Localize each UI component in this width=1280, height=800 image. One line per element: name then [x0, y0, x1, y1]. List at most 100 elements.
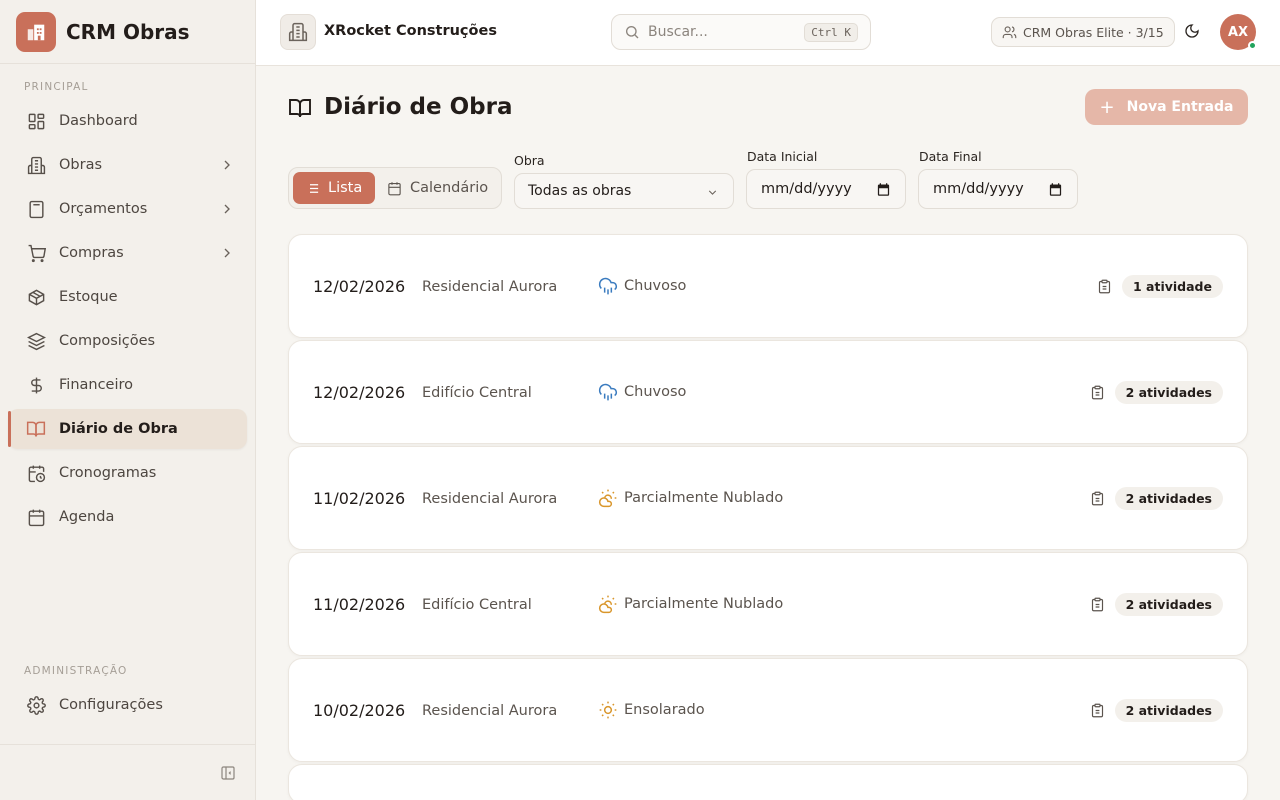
activities-badge: 2 atividades	[1114, 699, 1223, 722]
top-header: XRocket Construções Buscar... Ctrl K CRM…	[256, 0, 1280, 66]
rain-cloud-icon	[598, 276, 618, 296]
entry-site: Residencial Aurora	[422, 491, 558, 507]
sidebar-item-composicoes[interactable]: Composições	[8, 321, 247, 361]
plan-badge[interactable]: CRM Obras Elite · 3/15	[991, 17, 1175, 47]
date-start-input[interactable]: mm/dd/yyyy	[746, 169, 906, 209]
sidebar-item-financeiro[interactable]: Financeiro	[8, 365, 247, 405]
date-end-input[interactable]: mm/dd/yyyy	[918, 169, 1078, 209]
entry-site: Edifício Central	[422, 385, 532, 401]
list-icon	[305, 181, 320, 196]
entry-weather-label: Chuvoso	[624, 384, 687, 400]
cart-icon	[26, 243, 46, 263]
sidebar-item-cronogramas[interactable]: Cronogramas	[8, 453, 247, 493]
page-title: Diário de Obra	[324, 94, 513, 120]
entry-activities: 2 atividades	[1090, 487, 1223, 510]
sun-icon	[598, 700, 618, 720]
entry-date: 12/02/2026	[313, 383, 406, 402]
calendar-clock-icon	[26, 463, 46, 483]
chevron-right-icon	[219, 157, 235, 177]
sidebar-item-label: Estoque	[59, 289, 118, 305]
new-entry-button[interactable]: + Nova Entrada	[1085, 89, 1248, 125]
search-input[interactable]: Buscar... Ctrl K	[611, 14, 871, 50]
date-end-label: Data Final	[919, 149, 982, 164]
search-shortcut: Ctrl K	[804, 23, 858, 42]
avatar[interactable]: AX	[1220, 14, 1257, 50]
calendar-picker-icon[interactable]	[1048, 182, 1063, 201]
partly-cloudy-icon	[598, 594, 618, 614]
diary-entry-card[interactable]: 10/02/2026 Residencial Aurora Ensolarado…	[288, 658, 1248, 762]
building-icon	[26, 155, 46, 175]
sidebar-item-label: Dashboard	[59, 113, 138, 129]
obra-select[interactable]: Todas as obras	[514, 173, 734, 209]
view-list-label: Lista	[328, 180, 363, 196]
sidebar-item-dashboard[interactable]: Dashboard	[8, 101, 247, 141]
date-start-value: mm/dd/yyyy	[761, 181, 852, 197]
sidebar-item-agenda[interactable]: Agenda	[8, 497, 247, 537]
chevron-down-icon	[706, 186, 719, 203]
calendar-picker-icon[interactable]	[876, 182, 891, 201]
plan-label: CRM Obras Elite · 3/15	[1023, 24, 1164, 40]
sidebar: CRM Obras PRINCIPAL Dashboard Obras Orça…	[0, 0, 256, 800]
view-list-button[interactable]: Lista	[293, 172, 375, 204]
calendar-icon	[26, 507, 46, 527]
entry-date: 11/02/2026	[313, 595, 406, 614]
entry-date: 10/02/2026	[313, 701, 406, 720]
entry-weather: Ensolarado	[598, 700, 705, 720]
entry-site: Residencial Aurora	[422, 703, 558, 719]
rain-cloud-icon	[598, 382, 618, 402]
entry-site: Residencial Aurora	[422, 279, 558, 295]
sidebar-item-configuracoes[interactable]: Configurações	[8, 685, 247, 725]
calendar-icon	[387, 181, 402, 196]
admin-nav: Configurações	[8, 685, 247, 729]
online-status-dot	[1248, 41, 1257, 50]
plus-icon: +	[1099, 96, 1115, 118]
entry-weather-label: Parcialmente Nublado	[624, 596, 784, 612]
view-calendar-button[interactable]: Calendário	[385, 172, 497, 204]
dollar-icon	[26, 375, 46, 395]
entry-weather-label: Ensolarado	[624, 702, 705, 718]
company-name: XRocket Construções	[324, 23, 497, 39]
view-toggle: Lista Calendário	[288, 167, 502, 209]
sidebar-item-estoque[interactable]: Estoque	[8, 277, 247, 317]
diary-entry-card[interactable]: 12/02/2026 Residencial Aurora Chuvoso 1 …	[288, 234, 1248, 338]
clipboard-icon	[1090, 385, 1105, 400]
sidebar-item-diario-de-obra[interactable]: Diário de Obra	[8, 409, 247, 449]
moon-icon[interactable]	[1184, 23, 1200, 43]
brand: CRM Obras	[0, 0, 255, 64]
search-icon	[624, 24, 640, 40]
gear-icon	[26, 695, 46, 715]
entry-weather: Parcialmente Nublado	[598, 594, 783, 614]
entry-weather-label: Chuvoso	[624, 278, 687, 294]
sidebar-item-label: Diário de Obra	[59, 421, 178, 437]
diary-entry-card[interactable]: 11/02/2026 Residencial Aurora Parcialmen…	[288, 446, 1248, 550]
sidebar-item-label: Orçamentos	[59, 201, 148, 217]
sidebar-item-label: Cronogramas	[59, 465, 157, 481]
activities-badge: 2 atividades	[1114, 593, 1223, 616]
diary-entry-card[interactable]: 12/02/2026 Edifício Central Chuvoso 2 at…	[288, 340, 1248, 444]
activities-badge: 2 atividades	[1114, 487, 1223, 510]
diary-entry-card-partial[interactable]	[288, 764, 1248, 800]
sidebar-item-obras[interactable]: Obras	[8, 145, 247, 185]
sidebar-item-label: Composições	[59, 333, 156, 349]
diary-entry-card[interactable]: 11/02/2026 Edifício Central Parcialmente…	[288, 552, 1248, 656]
entry-date: 11/02/2026	[313, 489, 406, 508]
sidebar-item-label: Obras	[59, 157, 103, 173]
calculator-icon	[26, 199, 46, 219]
sidebar-item-label: Compras	[59, 245, 124, 261]
date-end-value: mm/dd/yyyy	[933, 181, 1024, 197]
view-calendar-label: Calendário	[410, 180, 489, 196]
users-icon	[1002, 25, 1017, 40]
sidebar-item-label: Agenda	[59, 509, 115, 525]
avatar-initials: AX	[1227, 24, 1249, 40]
sidebar-item-compras[interactable]: Compras	[8, 233, 247, 273]
search-placeholder: Buscar...	[648, 24, 708, 40]
obra-select-value: Todas as obras	[528, 183, 632, 199]
clipboard-icon	[1097, 279, 1112, 294]
brand-logo	[16, 11, 56, 52]
chevron-right-icon	[219, 245, 235, 265]
entry-activities: 2 atividades	[1090, 699, 1223, 722]
company-icon	[280, 14, 316, 50]
sidebar-item-orcamentos[interactable]: Orçamentos	[8, 189, 247, 229]
partly-cloudy-icon	[598, 488, 618, 508]
collapse-sidebar-icon[interactable]	[220, 765, 236, 785]
